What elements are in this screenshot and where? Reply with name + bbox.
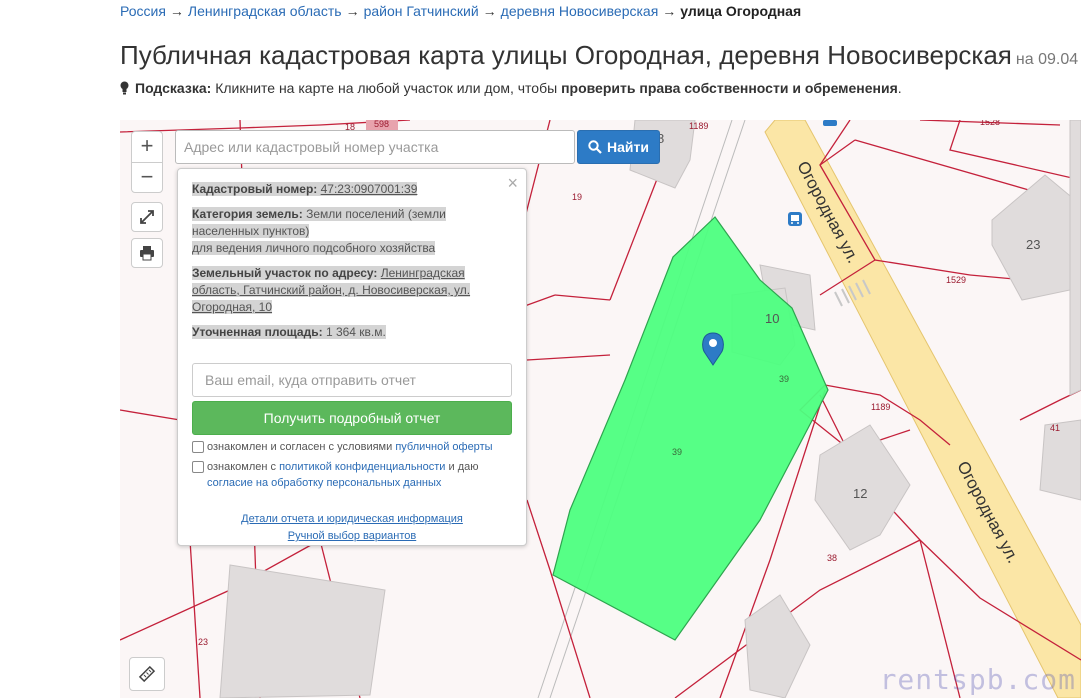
cadastral-number-row: Кадастровый номер: 47:23:0907001:39 xyxy=(192,181,512,198)
breadcrumb-separator: → xyxy=(169,3,184,19)
get-report-button[interactable]: Получить подробный отчет xyxy=(192,401,512,435)
cadastral-number[interactable]: 47:23:0907001:39 xyxy=(321,182,418,196)
expand-icon xyxy=(140,210,154,224)
personal-data-consent-link[interactable]: согласие на обработку персональных данны… xyxy=(207,477,441,489)
breadcrumb-separator: → xyxy=(482,3,497,19)
offer-text: ознакомлен и согласен с условиями xyxy=(207,441,393,453)
hint-bold: проверить права собственности и обремене… xyxy=(561,80,898,96)
hint-text: Кликните на карте на любой участок или д… xyxy=(215,80,558,96)
measure-button[interactable] xyxy=(129,657,165,691)
parcel-label: 1529 xyxy=(946,275,967,285)
close-icon[interactable]: × xyxy=(507,173,518,194)
house-number: 10 xyxy=(765,311,780,326)
parcel-info-popup: × Кадастровый номер: 47:23:0907001:39 Ка… xyxy=(177,168,527,546)
search-button-label: Найти xyxy=(607,139,649,155)
bus-stop-icon xyxy=(788,212,802,226)
privacy-checkbox[interactable] xyxy=(192,461,204,473)
lightbulb-icon xyxy=(120,81,129,95)
email-input[interactable] xyxy=(192,363,512,397)
public-offer-link[interactable]: публичной оферты xyxy=(395,441,492,453)
parcel-label: 41 xyxy=(1050,423,1061,433)
search-button[interactable]: Найти xyxy=(577,130,660,164)
house-number: 23 xyxy=(1026,237,1041,252)
page-title-date: на 09.04 xyxy=(1015,51,1079,68)
breadcrumb-village[interactable]: деревня Новосиверская xyxy=(501,3,659,19)
report-details-link[interactable]: Детали отчета и юридическая информация xyxy=(192,511,512,528)
breadcrumb-district[interactable]: район Гатчинский xyxy=(364,3,479,19)
manual-selection-link[interactable]: Ручной выбор вариантов xyxy=(192,528,512,545)
parcel-label: 19 xyxy=(572,192,583,202)
page-title: Публичная кадастровая карта улицы Огород… xyxy=(120,40,1078,71)
area-value: 1 364 кв.м. xyxy=(325,325,386,339)
parcel-number: 39 xyxy=(672,447,683,457)
parcel-label: 38 xyxy=(827,553,838,563)
zoom-control: + − xyxy=(131,131,163,193)
zoom-out-button[interactable]: − xyxy=(132,162,162,192)
cadastral-map[interactable]: 598 18 1189 1528 19 1529 1189 41 38 23 3… xyxy=(120,120,1081,698)
area-row: Уточненная площадь: 1 364 кв.м. xyxy=(192,324,512,341)
breadcrumb-region[interactable]: Ленинградская область xyxy=(188,3,342,19)
parcel-label: 23 xyxy=(198,637,209,647)
privacy-policy-link[interactable]: политикой конфиденциальности xyxy=(279,461,445,473)
hint-label: Подсказка: xyxy=(135,80,212,96)
land-category-label: Категория земель: xyxy=(192,207,303,221)
parcel-number: 39 xyxy=(779,374,790,384)
address-row: Земельный участок по адресу: Ленинградск… xyxy=(192,265,512,316)
page-title-text: Публичная кадастровая карта улицы Огород… xyxy=(120,40,1012,70)
search-input[interactable] xyxy=(175,130,575,164)
parcel-label: 1189 xyxy=(689,121,709,131)
hint: Подсказка: Кликните на карте на любой уч… xyxy=(120,80,902,96)
privacy-and-text: и даю xyxy=(448,461,479,473)
hint-end: . xyxy=(897,80,902,96)
land-category-row: Категория земель: Земли поселений (земли… xyxy=(192,206,512,257)
privacy-text: ознакомлен с xyxy=(207,461,277,473)
privacy-agreement: ознакомлен с политикой конфиденциальност… xyxy=(192,459,512,491)
printer-icon xyxy=(140,246,154,261)
breadcrumb-separator: → xyxy=(345,3,360,19)
breadcrumb-russia[interactable]: Россия xyxy=(120,3,166,19)
cadastral-label: Кадастровый номер: xyxy=(192,182,318,196)
parcel-label: 1189 xyxy=(871,402,891,412)
bus-stop-icon xyxy=(823,120,837,126)
land-use-value: для ведения личного подсобного хозяйства xyxy=(192,241,436,255)
address-label: Земельный участок по адресу: xyxy=(192,266,378,280)
offer-agreement: ознакомлен и согласен с условиями публич… xyxy=(192,439,512,455)
print-button[interactable] xyxy=(131,238,163,268)
watermark: rentspb.com xyxy=(879,663,1076,696)
zoom-in-button[interactable]: + xyxy=(132,132,162,162)
ruler-icon xyxy=(138,665,156,683)
fullscreen-button[interactable] xyxy=(131,202,163,232)
offer-checkbox[interactable] xyxy=(192,441,204,453)
area-label: Уточненная площадь: xyxy=(192,325,323,339)
house-number: 12 xyxy=(853,486,868,501)
parcel-label: 598 xyxy=(374,120,390,129)
parcel-label: 1528 xyxy=(980,120,1001,127)
breadcrumb-current: улица Огородная xyxy=(680,3,802,19)
breadcrumb-separator: → xyxy=(662,3,677,19)
breadcrumb: Россия → Ленинградская область → район Гатчи… xyxy=(120,3,801,19)
search-icon xyxy=(588,140,602,154)
